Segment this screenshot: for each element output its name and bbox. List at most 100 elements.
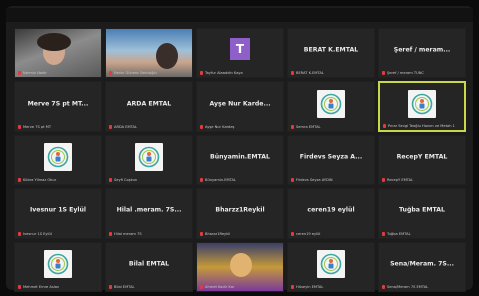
mic-muted-icon xyxy=(382,231,385,236)
mic-muted-icon xyxy=(109,71,112,76)
participant-label: Semra EMTAL xyxy=(291,124,372,129)
mic-muted-icon xyxy=(109,178,112,183)
mic-muted-icon xyxy=(383,123,386,128)
participant-label: Tayfur Alaaddin Kaya xyxy=(200,71,281,76)
participant-label-text: Hüseyin EMTAL xyxy=(296,285,324,289)
participant-label: Seyfi Coşkun xyxy=(109,178,190,183)
participant-tile[interactable]: BERAT K.EMTAL BERAT K.EMTAL xyxy=(287,28,375,79)
mic-muted-icon xyxy=(200,178,203,183)
participant-label-text: Kübra Yilmaz Obur xyxy=(23,178,57,183)
participant-label: ceren19 eylül xyxy=(291,231,372,236)
participant-video xyxy=(15,29,101,77)
mic-muted-icon xyxy=(382,178,385,183)
participant-tile[interactable]: Tuğba EMTAL Tuğba EMTAL xyxy=(378,188,466,239)
mic-muted-icon xyxy=(291,71,294,76)
participant-tile[interactable]: Kübra Yilmaz Obur xyxy=(14,134,102,186)
participant-label-text: Sena/Meram 7S EMTAL xyxy=(387,285,429,289)
participant-name: ceren19 eylül xyxy=(307,206,355,214)
participant-tile[interactable]: Şeref / meram... Şeref / meram TUNC xyxy=(378,28,466,79)
mic-muted-icon xyxy=(109,231,112,236)
participant-name: RecepY EMTAL xyxy=(396,153,448,161)
mic-muted-icon xyxy=(18,285,21,289)
participant-label-text: Tuğba EMTAL xyxy=(387,231,411,236)
participant-tile[interactable]: Hilal .meram. 7S... Hilal meram 7S xyxy=(105,188,193,239)
participant-label: Mehmet Emre Aslan xyxy=(18,285,99,289)
mic-muted-icon xyxy=(200,124,203,129)
participant-label-text: Semra EMTAL xyxy=(296,124,321,129)
mic-muted-icon xyxy=(200,231,203,236)
participant-tile[interactable]: ceren19 eylül ceren19 eylül xyxy=(287,188,375,239)
participant-label: Tuğba EMTAL xyxy=(382,231,463,236)
mic-muted-icon xyxy=(18,71,21,76)
participant-tile[interactable]: Hüseyin EMTAL xyxy=(287,241,375,292)
participant-label-text: Tayfur Alaaddin Kaya xyxy=(205,71,243,76)
participant-label: Merve 7S pt MT xyxy=(18,124,99,129)
mic-muted-icon xyxy=(109,124,112,129)
participant-video xyxy=(106,29,192,77)
profile-picture xyxy=(317,89,345,118)
participant-label-text: Nermin Nadir xyxy=(23,71,47,76)
participant-tile[interactable]: Bilal EMTAL Bilal EMTAL xyxy=(105,241,193,292)
participant-tile[interactable]: Ayşe Nur Karde... Ayşe Nur Kardeş xyxy=(196,81,284,132)
participant-tile[interactable]: Bharzz1Reykil Bharzz1Reykil xyxy=(196,188,284,239)
participant-tile[interactable]: Pınar Sevgi Teoğlu Hanım ve Metah 1 xyxy=(378,81,466,132)
mic-muted-icon xyxy=(109,285,112,289)
mic-muted-icon xyxy=(200,285,203,289)
participant-label-text: Mehmet Emre Aslan xyxy=(23,285,60,289)
profile-picture xyxy=(44,249,72,278)
avatar: T xyxy=(230,38,250,61)
participant-tile[interactable]: Firdevs Seyza A... Firdevs Seyza AYDIN xyxy=(287,134,375,186)
participant-tile[interactable]: Merve 7S pt MT... Merve 7S pt MT xyxy=(14,81,102,132)
participant-label-text: Firdevs Seyza AYDIN xyxy=(296,178,333,183)
participant-tile[interactable]: Mehmet Emre Aslan xyxy=(14,241,102,292)
participant-tile[interactable]: Sena/Meram. 7S... Sena/Meram 7S EMTAL xyxy=(378,241,466,292)
participant-tile[interactable]: Nevin Günenc Belcioğlu xyxy=(105,28,193,79)
participant-label: Ayşe Nur Kardeş xyxy=(200,124,281,129)
participant-label: Nevin Günenc Belcioğlu xyxy=(109,71,190,76)
top-bar xyxy=(6,8,473,22)
participant-label-text: Ahmet Kadir Kar xyxy=(205,285,235,289)
mic-muted-icon xyxy=(200,71,203,76)
participant-label-text: Bilal EMTAL xyxy=(114,285,135,289)
participant-label-text: Seyfi Coşkun xyxy=(114,178,138,183)
participant-tile[interactable]: Bünyamin.EMTAL Bünyamin.EMTAL xyxy=(196,134,284,186)
profile-picture xyxy=(135,143,163,172)
participant-name: ARDA EMTAL xyxy=(126,100,172,108)
participant-label-text: Bharzz1Reykil xyxy=(205,231,231,236)
participant-label: Sena/Meram 7S EMTAL xyxy=(382,285,463,289)
participant-label: Pınar Sevgi Teoğlu Hanım ve Metah 1 xyxy=(383,123,462,128)
participant-name: İvesnur 1S Eylül xyxy=(29,206,87,214)
participant-label-text: Şeref / meram TUNC xyxy=(387,71,424,76)
participant-tile[interactable]: ARDA EMTAL ARDA EMTAL xyxy=(105,81,193,132)
participant-name: Bharzz1Reykil xyxy=(215,206,265,214)
participant-video xyxy=(197,243,283,291)
participant-label: Ahmet Kadir Kar xyxy=(200,285,281,289)
participant-name: Şeref / meram... xyxy=(393,46,451,54)
profile-picture xyxy=(408,89,436,118)
participant-label-text: BERAT K.EMTAL xyxy=(296,71,324,76)
participant-label: Firdevs Seyza AYDIN xyxy=(291,178,372,183)
participant-label-text: RecepY EMTAL xyxy=(387,178,414,183)
participant-name: Ayşe Nur Karde... xyxy=(209,100,271,108)
participant-tile[interactable]: Semra EMTAL xyxy=(287,81,375,132)
school-logo-icon xyxy=(411,93,433,115)
participant-label: Nermin Nadir xyxy=(18,71,99,76)
school-logo-icon xyxy=(320,93,342,114)
participant-tile[interactable]: Seyfi Coşkun xyxy=(105,134,193,186)
participant-label-text: Merve 7S pt MT xyxy=(23,124,52,129)
profile-picture xyxy=(317,249,345,278)
participant-label-text: İvesnur 1S Eylül xyxy=(23,231,52,236)
participant-label: İvesnur 1S Eylül xyxy=(18,231,99,236)
participant-label-text: Pınar Sevgi Teoğlu Hanım ve Metah 1 xyxy=(388,123,455,128)
school-logo-icon xyxy=(47,253,69,275)
participant-tile[interactable]: T Tayfur Alaaddin Kaya xyxy=(196,28,284,79)
participant-tile[interactable]: RecepY EMTAL RecepY EMTAL xyxy=(378,134,466,186)
mic-muted-icon xyxy=(291,178,294,183)
participant-label: ARDA EMTAL xyxy=(109,124,190,129)
participant-tile[interactable]: Nermin Nadir xyxy=(14,28,102,79)
participant-tile[interactable]: İvesnur 1S Eylül İvesnur 1S Eylül xyxy=(14,188,102,239)
participant-tile[interactable]: Ahmet Kadir Kar xyxy=(196,241,284,292)
participant-name: BERAT K.EMTAL xyxy=(303,46,359,54)
participant-name: Sena/Meram. 7S... xyxy=(390,260,454,268)
participant-label-text: ceren19 eylül xyxy=(296,231,321,236)
